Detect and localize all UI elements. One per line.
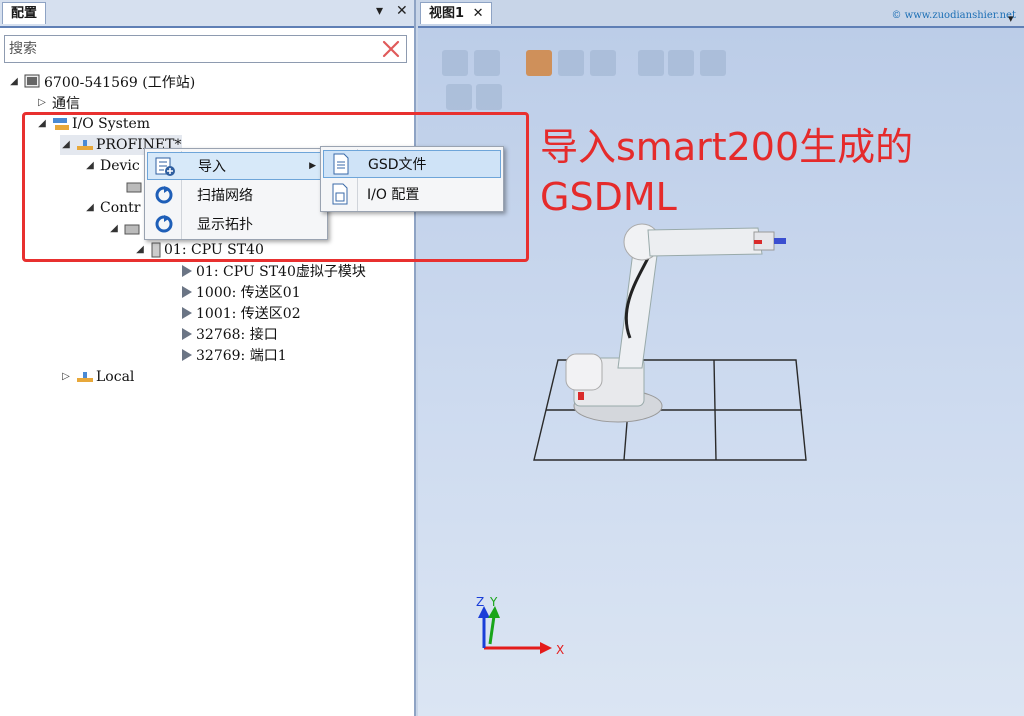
tree-label-module: 32769: 端口1 <box>196 348 287 364</box>
tree-label-module: 1000: 传送区01 <box>196 285 301 301</box>
menu-item-import[interactable]: 导入 ▶ <box>147 152 325 180</box>
tree-node-station[interactable]: ◢ 6700-541569 (工作站) <box>8 72 195 92</box>
tree-label-comm: 通信 <box>52 96 80 112</box>
tree-node-local[interactable]: ▷ Local <box>60 367 134 387</box>
axis-z-label: Z <box>476 596 484 609</box>
tree-label-module: 1001: 传送区02 <box>196 306 301 322</box>
submenu-arrow-icon: ▶ <box>309 161 316 171</box>
tab-view1-label: 视图1 <box>429 6 465 21</box>
view-tool-icon[interactable] <box>442 50 468 76</box>
network-icon <box>77 372 93 382</box>
module-icon <box>182 265 192 277</box>
config-file-icon <box>327 181 353 207</box>
view-tool-icon[interactable] <box>700 50 726 76</box>
menu-item-io-label: I/O 配置 <box>367 187 420 203</box>
tree-node-comm[interactable]: ▷ 通信 <box>36 93 80 113</box>
view-tool-icon[interactable] <box>668 50 694 76</box>
menu-item-gsd-file[interactable]: GSD文件 <box>323 150 501 178</box>
config-panel: 配置 ▾ ✕ ◢ 6700-541569 (工作站) ▷ 通信 ◢ <box>0 0 416 716</box>
robot-3d-model <box>533 223 807 461</box>
tree-node-module[interactable]: 32768: 接口 <box>182 324 278 344</box>
play-icon[interactable] <box>446 84 472 110</box>
module-icon <box>182 286 192 298</box>
view-tool-icon[interactable] <box>474 50 500 76</box>
search-box <box>4 35 407 63</box>
tree-node-module[interactable]: 01: CPU ST40虚拟子模块 <box>182 261 366 281</box>
module-icon <box>182 307 192 319</box>
tab-config[interactable]: 配置 <box>2 2 47 24</box>
view-panel: 视图1 ✕ © www.zuodianshier.net ▾ 导入smart20… <box>418 0 1024 716</box>
axis-triad: X Z Y <box>476 596 564 657</box>
tree-node-module[interactable]: 32769: 端口1 <box>182 345 287 365</box>
view-tool-icon[interactable] <box>558 50 584 76</box>
watermark: © www.zuodianshier.net <box>891 10 1016 21</box>
refresh-icon <box>151 211 177 237</box>
tab-view1[interactable]: 视图1 ✕ <box>420 2 493 24</box>
module-icon <box>182 328 192 340</box>
tree-label-station: 6700-541569 (工作站) <box>44 75 196 91</box>
tree-label-local: Local <box>96 369 135 385</box>
refresh-icon <box>151 182 177 208</box>
search-input[interactable] <box>9 38 369 60</box>
axis-y-label: Y <box>489 596 498 609</box>
view-dropdown-icon[interactable]: ▾ <box>1008 12 1014 25</box>
import-submenu: GSD文件 I/O 配置 <box>320 146 504 212</box>
menu-item-scan-label: 扫描网络 <box>197 188 253 204</box>
tree-node-module[interactable]: 1000: 传送区01 <box>182 282 301 302</box>
menu-item-import-label: 导入 <box>198 159 226 175</box>
select-tool-icon[interactable] <box>526 50 552 76</box>
menu-item-show-topology[interactable]: 显示拓扑 <box>147 210 325 238</box>
clear-search-icon[interactable] <box>380 38 402 60</box>
view-tool-icon[interactable] <box>638 50 664 76</box>
import-list-icon <box>152 153 178 179</box>
context-menu: 导入 ▶ 扫描网络 显示拓扑 <box>144 148 328 240</box>
menu-item-topology-label: 显示拓扑 <box>197 217 253 233</box>
close-tab-icon[interactable]: ✕ <box>473 6 484 21</box>
view-tool-icon[interactable] <box>590 50 616 76</box>
module-icon <box>182 349 192 361</box>
stop-icon[interactable] <box>476 84 502 110</box>
axis-x-label: X <box>556 643 564 657</box>
tree-label-module: 01: CPU ST40虚拟子模块 <box>196 264 366 280</box>
tree-node-module[interactable]: 1001: 传送区02 <box>182 303 301 323</box>
tree-label-module: 32768: 接口 <box>196 327 278 343</box>
menu-item-io-config[interactable]: I/O 配置 <box>323 180 501 208</box>
collapsed-arrow-icon[interactable]: ▷ <box>36 97 48 109</box>
document-icon <box>328 151 354 177</box>
annotation-line1: 导入smart200生成的 <box>540 125 914 169</box>
workstation-icon <box>24 74 40 88</box>
menu-item-gsd-label: GSD文件 <box>368 157 427 173</box>
menu-item-scan-network[interactable]: 扫描网络 <box>147 181 325 209</box>
close-panel-icon[interactable]: ✕ <box>396 3 408 19</box>
annotation-text: 导入smart200生成的 GSDML <box>540 122 913 222</box>
pin-dropdown-icon[interactable]: ▾ <box>376 3 383 19</box>
expanded-arrow-icon[interactable]: ◢ <box>8 76 20 88</box>
collapsed-arrow-icon[interactable]: ▷ <box>60 371 72 383</box>
